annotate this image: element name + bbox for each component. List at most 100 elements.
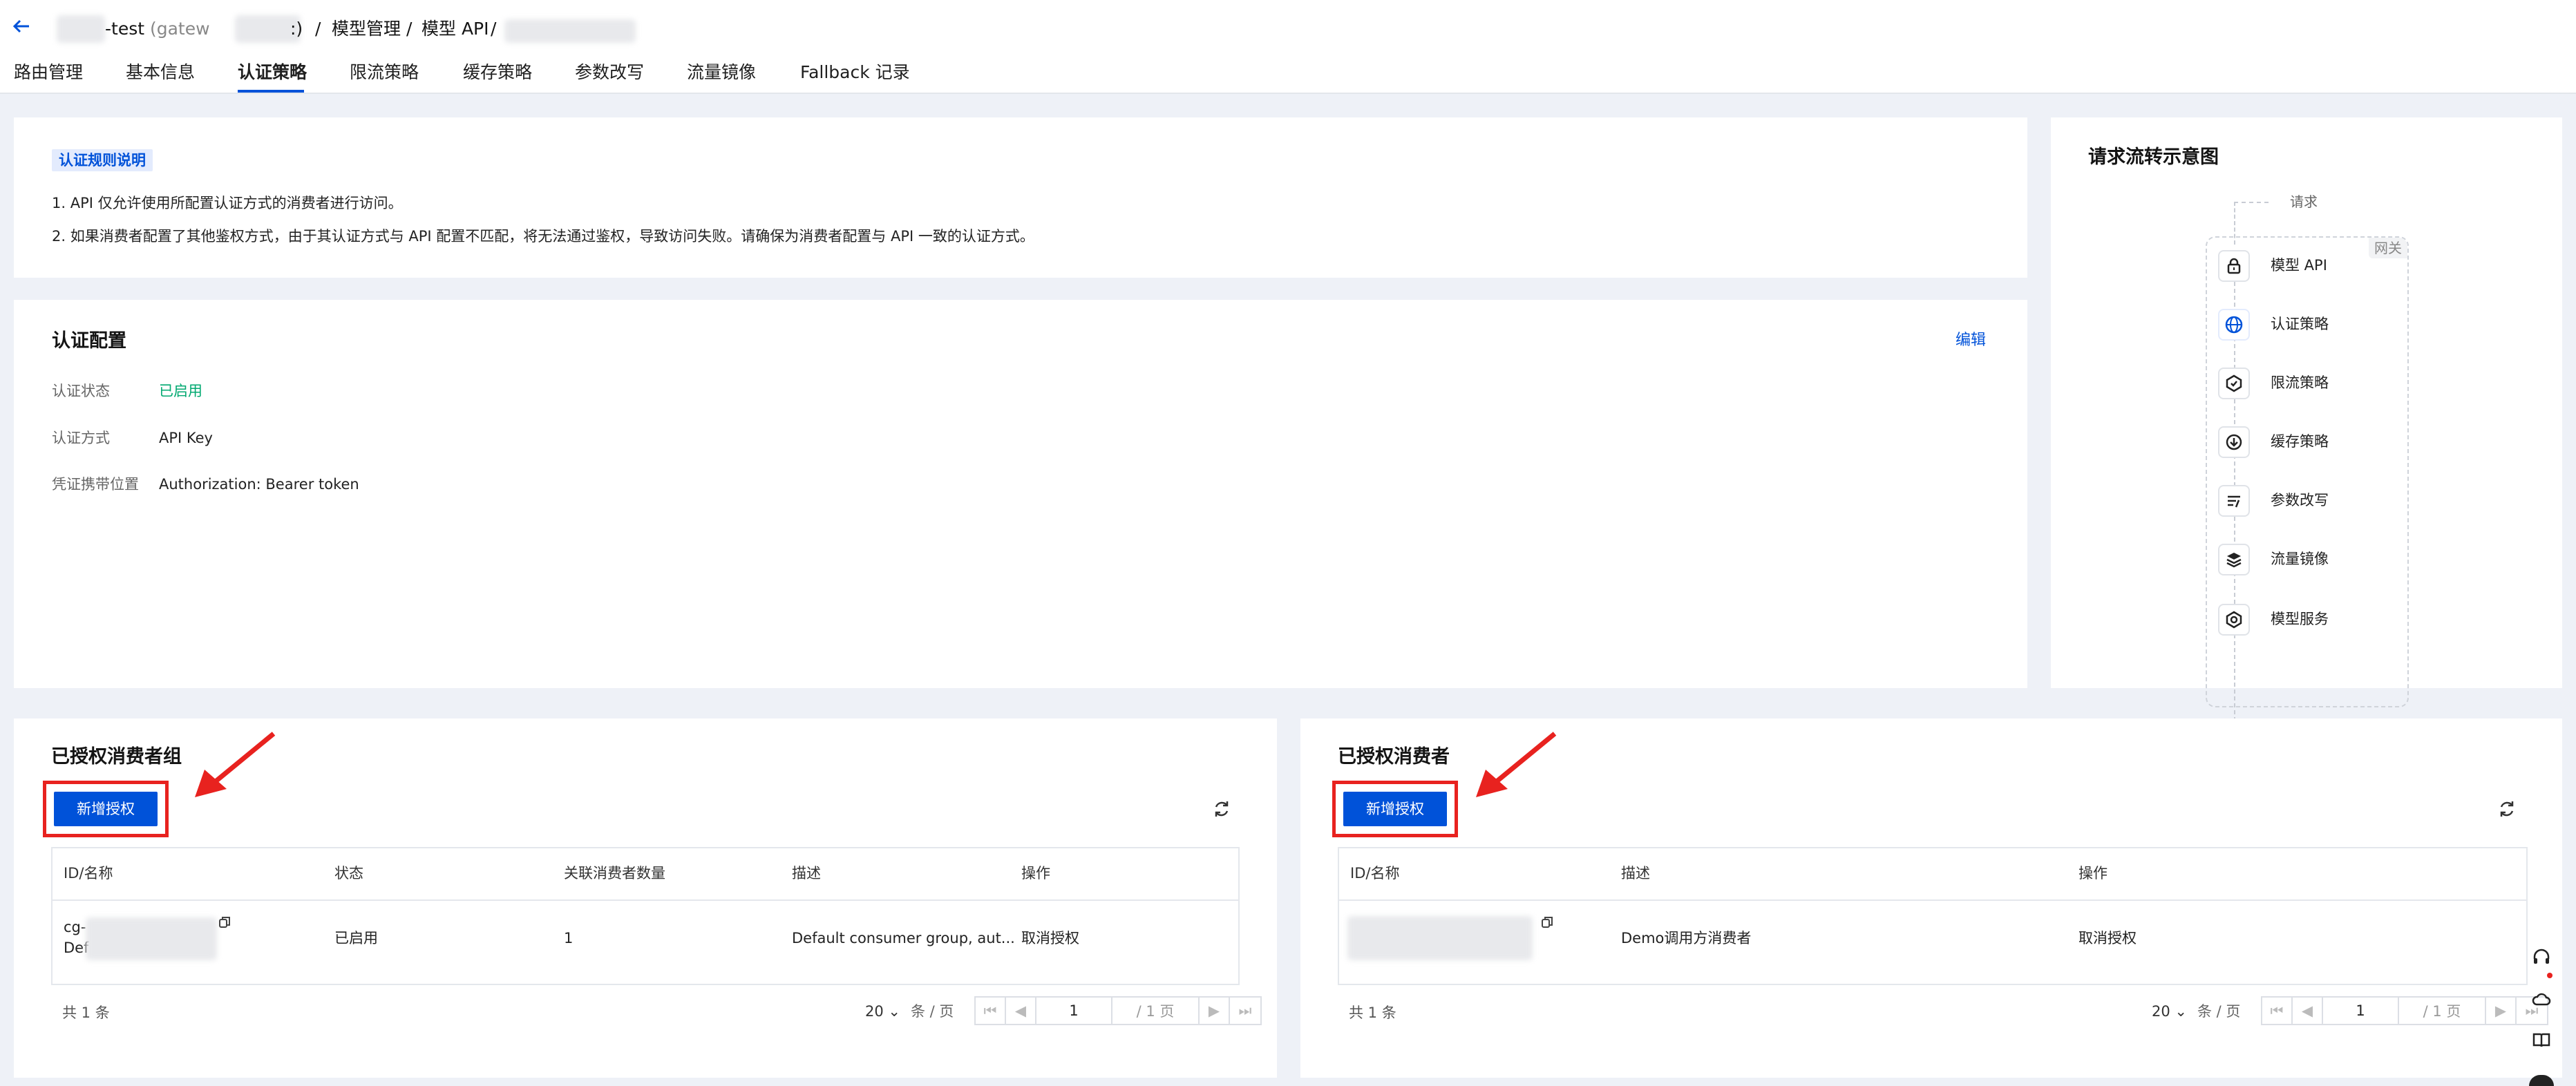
download-circle-icon [2218, 426, 2250, 458]
book-icon[interactable] [2528, 1027, 2555, 1054]
table-divider [53, 899, 1238, 901]
auth-rules-tag: 认证规则说明 [52, 149, 153, 171]
flow-step-cache-policy: 缓存策略 [2271, 433, 2329, 450]
group-consumer-count: 1 [564, 930, 574, 946]
redacted-api-name [504, 19, 636, 43]
refresh-icon[interactable] [2494, 797, 2519, 821]
first-page-icon[interactable]: ⏮ [2262, 998, 2293, 1024]
tab-basic-info[interactable]: 基本信息 [126, 62, 195, 83]
tab-fallback-records[interactable]: Fallback 记录 [800, 62, 910, 83]
credential-location-value: Authorization: Bearer token [159, 476, 359, 493]
flow-step-traffic-mirror: 流量镜像 [2271, 551, 2329, 567]
last-page-icon[interactable]: ⏭ [1230, 998, 1260, 1024]
authorized-groups-title: 已授权消费者组 [51, 746, 182, 768]
col-id-name: ID/名称 [1350, 865, 1400, 882]
edit-link[interactable]: 编辑 [1955, 330, 1986, 351]
auth-status-value: 已启用 [159, 383, 202, 399]
copy-icon[interactable] [1541, 916, 1553, 931]
copy-icon[interactable] [218, 916, 231, 931]
redacted-group-id [86, 917, 217, 960]
col-actions: 操作 [2078, 865, 2108, 882]
add-group-auth-button[interactable]: 新增授权 [54, 792, 158, 826]
layers-icon [2218, 544, 2250, 575]
flow-request-label: 请求 [2290, 193, 2318, 210]
consumers-table: ID/名称 描述 操作 Demo调用方消费者 取消授权 [1338, 847, 2528, 985]
revoke-consumer-auth-link[interactable]: 取消授权 [2078, 928, 2137, 948]
page-size-select[interactable]: 20 ⌄ [865, 1002, 900, 1021]
page-total: / 1 页 [2399, 998, 2486, 1024]
flow-step-rate-limit: 限流策略 [2271, 374, 2329, 391]
auth-status-label: 认证状态 [52, 383, 110, 399]
revoke-group-auth-link[interactable]: 取消授权 [1021, 928, 1079, 948]
pagination: ⏮ ◀ 1 / 1 页 ▶ ⏭ [974, 996, 1262, 1025]
table-divider [1339, 899, 2526, 901]
rewrite-lines-icon [2218, 485, 2250, 517]
breadcrumb-separator: / [315, 19, 321, 39]
page-input[interactable]: 1 [1036, 998, 1112, 1024]
tab-rate-limit[interactable]: 限流策略 [350, 62, 419, 83]
chevron-down-icon: ⌄ [888, 1003, 901, 1020]
page-input[interactable]: 1 [2323, 998, 2399, 1024]
auth-rule-line-1: 1. API 仅允许使用所配置认证方式的消费者进行访问。 [52, 195, 403, 211]
redacted-instance-name [57, 15, 105, 43]
headset-support-icon[interactable] [2528, 944, 2555, 971]
col-status: 状态 [334, 865, 363, 882]
groups-table: ID/名称 状态 关联消费者数量 描述 操作 cg- Def 已启用 1 Def… [51, 847, 1240, 985]
cloud-icon[interactable] [2528, 985, 2555, 1013]
page-size-unit: 条 / 页 [2197, 1003, 2241, 1020]
group-id-link[interactable]: cg- [64, 917, 86, 937]
tab-traffic-mirror[interactable]: 流量镜像 [687, 62, 756, 83]
tab-auth-policy[interactable]: 认证策略 [238, 62, 307, 83]
prev-page-icon[interactable]: ◀ [2293, 998, 2323, 1024]
gateway-boundary: 网关 [2206, 236, 2409, 707]
tab-cache-policy[interactable]: 缓存策略 [463, 62, 532, 83]
page-header: -test (gatew :) / 模型管理 / 模型 API / 路由管理 基… [0, 0, 2576, 94]
pagination: ⏮ ◀ 1 / 1 页 ▶ ⏭ [2261, 996, 2548, 1025]
breadcrumb-separator: / [406, 19, 413, 39]
model-service-icon [2218, 604, 2250, 636]
lock-icon [2218, 250, 2250, 282]
flow-step-param-rewrite: 参数改写 [2271, 492, 2329, 508]
instance-name: -test [105, 19, 145, 39]
page-size-unit: 条 / 页 [911, 1003, 954, 1020]
consumers-total-count: 共 1 条 [1349, 1004, 1396, 1021]
group-name: Def [64, 940, 89, 956]
next-page-icon[interactable]: ▶ [2486, 998, 2517, 1024]
auth-config-title: 认证配置 [52, 330, 126, 352]
refresh-icon[interactable] [1209, 797, 1234, 821]
flow-diagram-card: 请求流转示意图 请求 网关 模型 API 认证策略 限流策略 缓存策略 参数改写… [2051, 117, 2562, 721]
group-description: Default consumer group, aut... [792, 930, 1015, 946]
credential-location-label: 凭证携带位置 [52, 476, 139, 493]
annotation-arrow [1476, 732, 1557, 797]
breadcrumb-model-management[interactable]: 模型管理 [332, 18, 401, 40]
active-tab-indicator [238, 90, 304, 93]
breadcrumb-model-api[interactable]: 模型 API [422, 18, 489, 40]
flow-step-model-service: 模型服务 [2271, 611, 2329, 627]
breadcrumb-separator: / [491, 19, 497, 39]
chevron-down-icon: ⌄ [2175, 1003, 2188, 1020]
annotation-arrow [195, 732, 276, 797]
flow-connector [2234, 202, 2269, 203]
instance-id-suffix: :) [290, 19, 303, 39]
flow-step-auth-policy: 认证策略 [2271, 316, 2329, 332]
page-size-value: 20 [2152, 1003, 2170, 1020]
consumer-description: Demo调用方消费者 [1621, 930, 1752, 946]
col-description: 描述 [792, 865, 821, 882]
prev-page-icon[interactable]: ◀ [1006, 998, 1036, 1024]
auth-rules-card: 认证规则说明 1. API 仅允许使用所配置认证方式的消费者进行访问。 2. 如… [14, 117, 2027, 278]
tab-routes[interactable]: 路由管理 [14, 62, 83, 83]
add-consumer-auth-button[interactable]: 新增授权 [1343, 792, 1447, 826]
instance-id-prefix: (gatew [149, 19, 210, 39]
first-page-icon[interactable]: ⏮ [976, 998, 1006, 1024]
gateway-tag: 网关 [2369, 238, 2407, 258]
rate-limit-icon [2218, 368, 2250, 399]
auth-config-card: 认证配置 编辑 认证状态 已启用 认证方式 API Key 凭证携带位置 Aut… [14, 300, 2027, 688]
authorized-consumers-title: 已授权消费者 [1338, 746, 1450, 768]
col-id-name: ID/名称 [64, 865, 113, 882]
page-size-select[interactable]: 20 ⌄ [2152, 1002, 2187, 1021]
back-arrow-icon[interactable] [11, 15, 32, 43]
next-page-icon[interactable]: ▶ [1200, 998, 1230, 1024]
breadcrumb-instance[interactable]: -test (gatew [105, 18, 210, 40]
auth-method-value: API Key [159, 430, 213, 446]
tab-param-rewrite[interactable]: 参数改写 [575, 62, 644, 83]
